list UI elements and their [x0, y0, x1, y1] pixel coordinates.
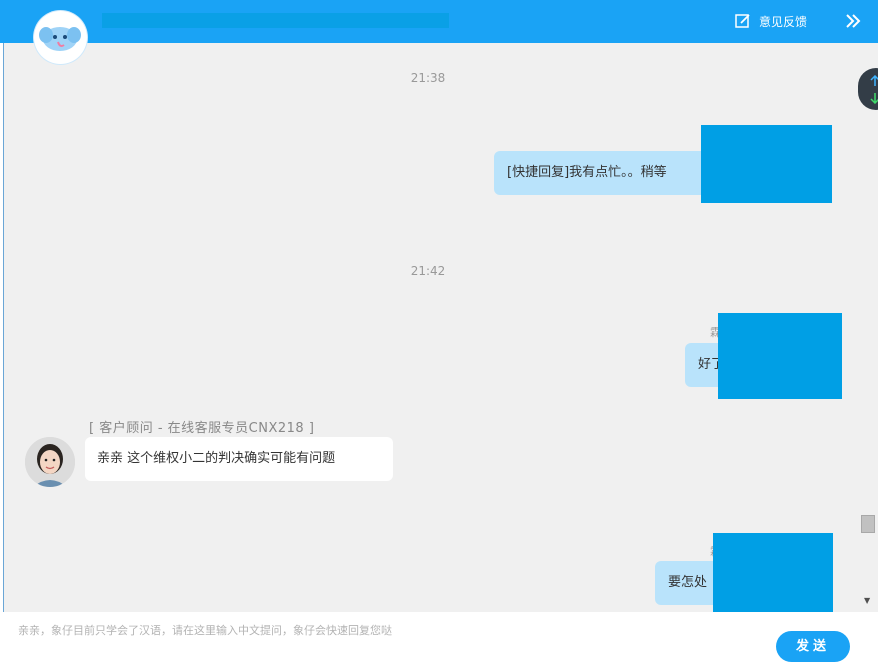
incoming-message: 亲亲 这个维权小二的判决确实可能有问题 [85, 437, 393, 481]
redacted-block [718, 313, 842, 399]
chat-scrollbar[interactable]: ▼ [861, 43, 878, 612]
agent-label: [ 客户顾问 - 在线客服专员CNX218 ] [89, 421, 315, 436]
outgoing-message: [快捷回复]我有点忙。。稍等 [494, 151, 720, 195]
timestamp: 21:42 [410, 264, 446, 278]
scrollbar-thumb[interactable] [861, 515, 875, 533]
double-chevron-right-icon[interactable] [844, 12, 862, 30]
send-button[interactable]: 发送 [776, 631, 850, 662]
redacted-block [713, 533, 833, 612]
top-bar: 意见反馈 [0, 0, 878, 43]
edit-icon [735, 14, 750, 28]
arrow-up-icon [870, 75, 878, 86]
elephant-mascot-icon [34, 11, 87, 64]
chat-panel: 21:38 [快捷回复]我有点忙。。稍等 21:42 霖 好了 [ 客户顾问 -… [4, 43, 861, 612]
message-input-area[interactable]: 亲亲，象仔目前只学会了汉语，请在这里输入中文提问，象仔会快速回复您哒 发送 [0, 612, 878, 670]
timestamp: 21:38 [410, 71, 446, 85]
arrow-down-icon [870, 93, 878, 104]
feedback-button[interactable]: 意见反馈 [735, 11, 807, 31]
agent-avatar [25, 437, 75, 487]
title-redacted [102, 13, 449, 28]
redacted-block [701, 125, 832, 203]
feedback-label: 意见反馈 [759, 14, 808, 29]
scroll-down-icon[interactable]: ▼ [864, 596, 870, 605]
message-input-placeholder[interactable]: 亲亲，象仔目前只学会了汉语，请在这里输入中文提问，象仔会快速回复您哒 [18, 622, 392, 638]
